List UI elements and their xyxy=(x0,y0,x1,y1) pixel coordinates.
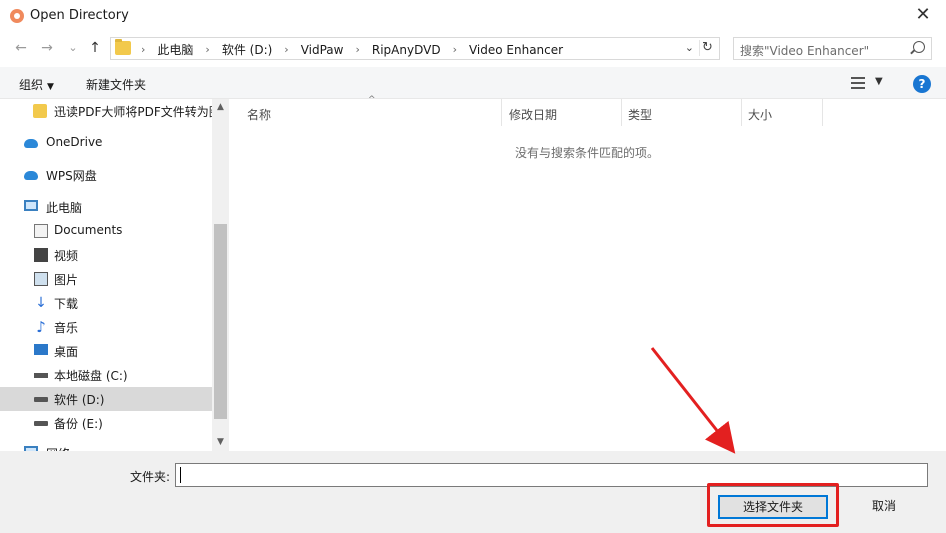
wps-cloud-icon xyxy=(24,171,38,180)
scroll-down-icon[interactable]: ▼ xyxy=(212,434,229,451)
sidebar-item-label: 本地磁盘 (C:) xyxy=(54,369,128,383)
command-bar: 组织 ▼ 新建文件夹 ▼ xyxy=(0,67,946,99)
download-icon: ↓ xyxy=(35,295,47,311)
sidebar-item-documents[interactable]: Documents xyxy=(0,219,212,243)
view-options-icon[interactable] xyxy=(851,77,865,89)
breadcrumb-separator[interactable]: › xyxy=(205,43,209,56)
breadcrumb-ripanydvd[interactable]: RipAnyDVD xyxy=(372,43,441,57)
breadcrumb-separator[interactable]: › xyxy=(453,43,457,56)
column-header-date[interactable]: 修改日期 xyxy=(502,99,622,126)
column-header-size[interactable]: 大小 xyxy=(742,99,823,126)
sidebar-item-pdf-folder[interactable]: 迅读PDF大师将PDF文件转为图 xyxy=(0,99,212,123)
sidebar-scrollbar[interactable]: ▲ ▼ xyxy=(212,99,229,451)
drive-icon xyxy=(34,421,48,426)
sidebar-item-drive-d[interactable]: 软件 (D:) xyxy=(0,387,212,411)
sidebar-item-downloads[interactable]: ↓ 下载 xyxy=(0,291,212,315)
back-arrow-icon[interactable]: ← xyxy=(12,37,30,59)
sidebar-item-videos[interactable]: 视频 xyxy=(0,243,212,267)
file-list[interactable]: 名称 ^ 修改日期 类型 大小 没有与搜索条件匹配的项。 xyxy=(229,95,946,451)
chevron-down-icon: ▼ xyxy=(47,82,54,92)
sidebar-item-label: 桌面 xyxy=(54,345,79,359)
column-label: 修改日期 xyxy=(509,108,558,122)
music-icon: ♪ xyxy=(36,318,46,336)
scroll-up-icon[interactable]: ▲ xyxy=(212,99,229,116)
breadcrumb-separator[interactable]: › xyxy=(355,43,359,56)
column-label: 大小 xyxy=(748,108,773,122)
sidebar-item-label: 视频 xyxy=(54,249,79,263)
sidebar-item-this-pc[interactable]: 此电脑 xyxy=(0,195,212,219)
close-icon[interactable]: ✕ xyxy=(912,4,934,26)
search-icon[interactable] xyxy=(913,41,925,53)
column-header-type[interactable]: 类型 xyxy=(622,99,742,126)
sidebar-item-label: 图片 xyxy=(54,273,79,287)
sidebar-item-label: 音乐 xyxy=(54,321,79,335)
sidebar-item-wps[interactable]: WPS网盘 xyxy=(0,163,212,187)
folder-field-label: 文件夹: xyxy=(130,470,171,484)
up-arrow-icon[interactable]: ↑ xyxy=(86,37,104,59)
breadcrumb-this-pc[interactable]: 此电脑 xyxy=(157,41,193,58)
sidebar-item-drive-c[interactable]: 本地磁盘 (C:) xyxy=(0,363,212,387)
video-icon xyxy=(34,248,48,262)
computer-icon xyxy=(24,200,38,211)
highlight-box xyxy=(707,483,839,527)
breadcrumb-video-enhancer[interactable]: Video Enhancer xyxy=(469,43,563,57)
sidebar-item-network[interactable]: 网络 xyxy=(0,441,212,451)
sidebar-item-label: 备份 (E:) xyxy=(54,417,103,431)
address-bar[interactable]: › 此电脑 › 软件 (D:) › VidPaw › RipAnyDVD › V… xyxy=(110,37,720,60)
forward-arrow-icon[interactable]: → xyxy=(38,37,56,59)
sidebar-item-label: OneDrive xyxy=(46,135,103,149)
search-input[interactable]: 搜索"Video Enhancer" xyxy=(740,42,869,59)
empty-message: 没有与搜索条件匹配的项。 xyxy=(515,146,660,160)
sidebar-item-label: WPS网盘 xyxy=(46,169,97,183)
sidebar-item-onedrive[interactable]: OneDrive xyxy=(0,131,212,155)
sidebar-item-desktop[interactable]: 桌面 xyxy=(0,339,212,363)
sort-ascending-icon: ^ xyxy=(368,95,376,105)
column-label: 类型 xyxy=(628,108,653,122)
sidebar-item-pictures[interactable]: 图片 xyxy=(0,267,212,291)
drive-icon xyxy=(34,397,48,402)
help-icon[interactable]: ? xyxy=(913,75,931,93)
drive-icon xyxy=(34,373,48,378)
sidebar-item-label: 下载 xyxy=(54,297,79,311)
organize-button[interactable]: 组织 ▼ xyxy=(19,76,54,93)
breadcrumb-vidpaw[interactable]: VidPaw xyxy=(301,43,344,57)
folder-icon xyxy=(33,104,47,118)
refresh-icon[interactable]: ↻ xyxy=(699,40,715,56)
sidebar-item-label: 此电脑 xyxy=(46,201,83,215)
text-caret xyxy=(180,467,181,483)
folder-icon xyxy=(115,39,131,55)
sidebar-item-music[interactable]: ♪ 音乐 xyxy=(0,315,212,339)
breadcrumb-separator[interactable]: › xyxy=(284,43,288,56)
navigation-pane: 迅读PDF大师将PDF文件转为图 OneDrive WPS网盘 此电脑 Docu… xyxy=(0,99,212,451)
breadcrumb-drive-d[interactable]: 软件 (D:) xyxy=(222,41,272,58)
title-bar: Open Directory ✕ xyxy=(0,0,946,32)
sidebar-item-label: 软件 (D:) xyxy=(54,393,105,407)
column-header-name[interactable]: 名称 ^ xyxy=(229,95,502,126)
address-dropdown-icon[interactable]: ⌄ xyxy=(685,41,694,54)
annotation-arrow-icon xyxy=(650,347,736,454)
organize-label: 组织 xyxy=(19,78,44,92)
sidebar-item-label: Documents xyxy=(54,223,123,237)
breadcrumb-separator[interactable]: › xyxy=(141,43,145,56)
search-box[interactable]: 搜索"Video Enhancer" xyxy=(733,37,932,60)
window-title: Open Directory xyxy=(30,8,129,23)
recent-locations-icon[interactable]: ⌄ xyxy=(64,37,82,59)
picture-icon xyxy=(34,272,48,286)
scroll-thumb[interactable] xyxy=(214,224,227,419)
navigation-bar: ← → ⌄ ↑ › 此电脑 › 软件 (D:) › VidPaw › RipAn… xyxy=(0,33,946,63)
new-folder-button[interactable]: 新建文件夹 xyxy=(86,76,146,93)
cloud-icon xyxy=(24,139,38,148)
app-icon xyxy=(10,9,24,23)
view-dropdown-icon[interactable]: ▼ xyxy=(875,76,883,87)
sidebar-item-label: 迅读PDF大师将PDF文件转为图 xyxy=(54,105,212,119)
column-label: 名称 xyxy=(247,108,272,122)
sidebar-item-drive-e[interactable]: 备份 (E:) xyxy=(0,411,212,435)
cancel-button[interactable]: 取消 xyxy=(838,495,930,519)
desktop-icon xyxy=(34,344,48,355)
document-icon xyxy=(34,224,48,238)
breadcrumb: › 此电脑 › 软件 (D:) › VidPaw › RipAnyDVD › V… xyxy=(137,41,563,58)
